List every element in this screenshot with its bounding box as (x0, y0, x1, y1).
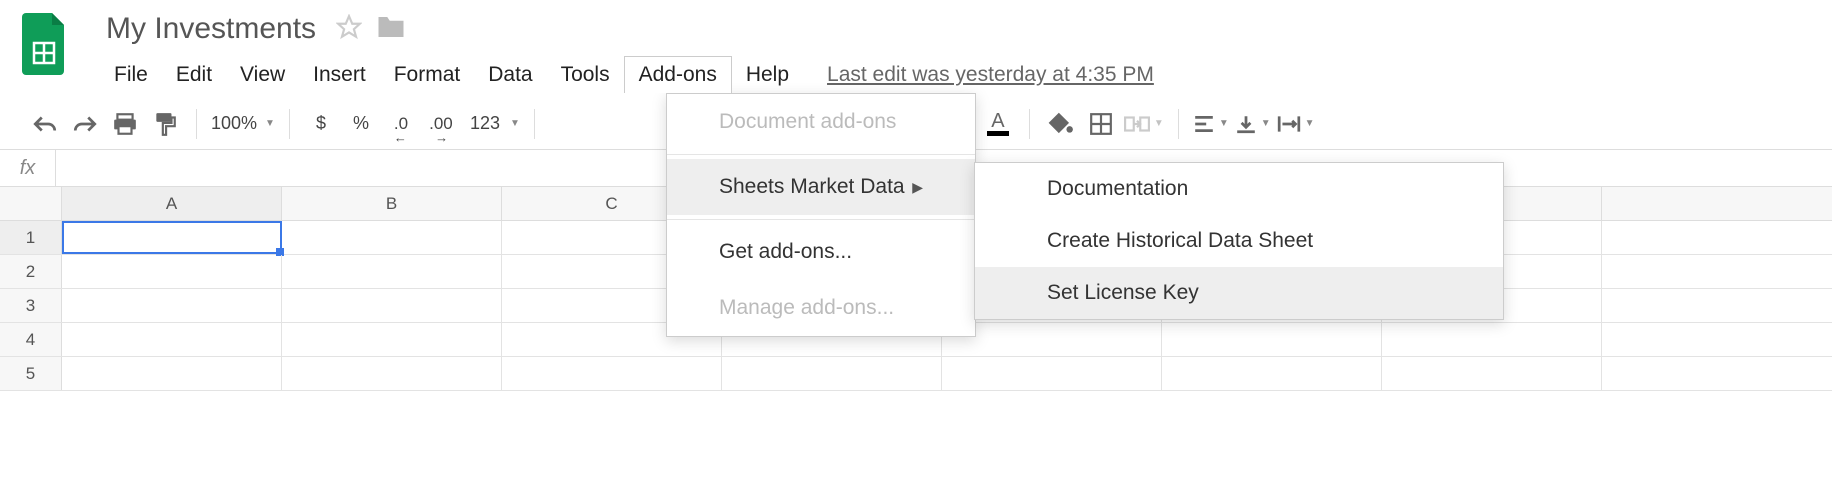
cell[interactable] (1162, 357, 1382, 390)
menu-view[interactable]: View (226, 57, 299, 93)
menu-document-addons: Document add-ons (667, 94, 975, 150)
col-header-A[interactable]: A (62, 187, 282, 220)
menu-manage-addons: Manage add-ons... (667, 280, 975, 336)
row-header-1[interactable]: 1 (0, 221, 62, 254)
cell[interactable] (62, 255, 282, 288)
toolbar-separator (1029, 109, 1030, 139)
menu-data[interactable]: Data (474, 57, 546, 93)
toolbar-separator (196, 109, 197, 139)
app-header: My Investments File Edit View Insert For… (0, 0, 1832, 93)
chevron-down-icon: ▼ (1154, 118, 1164, 129)
title-area: My Investments File Edit View Insert For… (100, 10, 1832, 93)
cell[interactable] (1382, 357, 1602, 390)
cell[interactable] (502, 357, 722, 390)
cell[interactable] (1382, 323, 1602, 356)
print-button[interactable] (108, 107, 142, 141)
row-header-5[interactable]: 5 (0, 357, 62, 390)
text-wrap-button[interactable]: ▼ (1277, 107, 1315, 141)
sheets-logo[interactable] (18, 10, 70, 80)
col-header-B[interactable]: B (282, 187, 502, 220)
merge-button[interactable]: ▼ (1124, 107, 1164, 141)
menu-addons[interactable]: Add-ons (624, 56, 732, 93)
borders-button[interactable] (1084, 107, 1118, 141)
chevron-down-icon: ▼ (510, 118, 520, 129)
cell[interactable] (282, 357, 502, 390)
fx-label: fx (0, 150, 56, 186)
cell[interactable] (62, 289, 282, 322)
row-header-4[interactable]: 4 (0, 323, 62, 356)
row-header-3[interactable]: 3 (0, 289, 62, 322)
cell[interactable] (722, 357, 942, 390)
menu-help[interactable]: Help (732, 57, 803, 93)
star-icon[interactable] (336, 14, 362, 45)
menu-bar: File Edit View Insert Format Data Tools … (100, 56, 1832, 93)
undo-button[interactable] (28, 107, 62, 141)
menu-insert[interactable]: Insert (299, 57, 380, 93)
toolbar-separator (289, 109, 290, 139)
chevron-down-icon: ▼ (1261, 118, 1271, 129)
cell[interactable] (282, 323, 502, 356)
menu-label: Sheets Market Data (719, 175, 905, 199)
paint-format-button[interactable] (148, 107, 182, 141)
chevron-down-icon: ▼ (265, 118, 275, 129)
menu-edit[interactable]: Edit (162, 57, 226, 93)
cell[interactable] (942, 357, 1162, 390)
horizontal-align-button[interactable]: ▼ (1193, 107, 1229, 141)
menu-file[interactable]: File (100, 57, 162, 93)
currency-button[interactable]: $ (304, 107, 338, 141)
cell-A1[interactable] (62, 221, 282, 254)
cell[interactable] (282, 221, 502, 254)
cell[interactable] (282, 255, 502, 288)
chevron-down-icon: ▼ (1305, 118, 1315, 129)
submenu-documentation[interactable]: Documentation (975, 163, 1503, 215)
submenu-create-historical[interactable]: Create Historical Data Sheet (975, 215, 1503, 267)
sheets-market-data-submenu: Documentation Create Historical Data She… (974, 162, 1504, 320)
cell[interactable] (282, 289, 502, 322)
submenu-arrow-icon: ▶ (912, 179, 923, 196)
submenu-set-license-key[interactable]: Set License Key (975, 267, 1503, 319)
select-all-corner[interactable] (0, 187, 62, 220)
fill-color-button[interactable] (1044, 107, 1078, 141)
menu-format[interactable]: Format (380, 57, 475, 93)
chevron-down-icon: ▼ (1219, 118, 1229, 129)
document-title[interactable]: My Investments (100, 10, 322, 48)
cell[interactable] (1162, 323, 1382, 356)
row-header-2[interactable]: 2 (0, 255, 62, 288)
percent-button[interactable]: % (344, 107, 378, 141)
folder-icon[interactable] (376, 14, 406, 45)
cell[interactable] (62, 323, 282, 356)
grid-row: 5 (0, 357, 1832, 391)
menu-separator (667, 154, 975, 155)
redo-button[interactable] (68, 107, 102, 141)
cell[interactable] (62, 357, 282, 390)
increase-decimal-button[interactable]: .00→ (424, 107, 458, 141)
toolbar-separator (1178, 109, 1179, 139)
toolbar-separator (534, 109, 535, 139)
menu-separator (667, 219, 975, 220)
number-format-dropdown[interactable]: 123 ▼ (464, 107, 520, 141)
menu-get-addons[interactable]: Get add-ons... (667, 224, 975, 280)
menu-sheets-market-data[interactable]: Sheets Market Data ▶ (667, 159, 975, 215)
last-edit-link[interactable]: Last edit was yesterday at 4:35 PM (827, 63, 1154, 87)
menu-tools[interactable]: Tools (547, 57, 624, 93)
decrease-decimal-button[interactable]: .0← (384, 107, 418, 141)
addons-dropdown: Document add-ons Sheets Market Data ▶ Ge… (666, 93, 976, 337)
text-color-button[interactable]: A (981, 107, 1015, 141)
zoom-value: 100% (211, 113, 257, 134)
zoom-dropdown[interactable]: 100% ▼ (211, 113, 275, 134)
vertical-align-button[interactable]: ▼ (1235, 107, 1271, 141)
